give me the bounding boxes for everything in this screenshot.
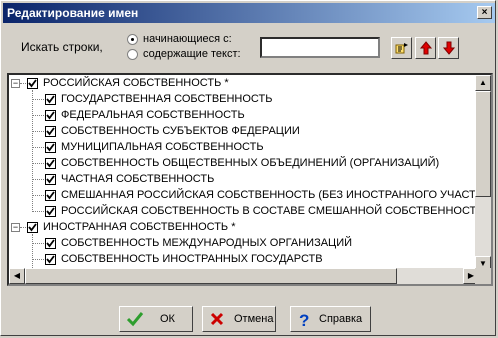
svg-text:?: ? xyxy=(299,311,309,329)
find-next-button[interactable] xyxy=(438,37,459,59)
tree-connector xyxy=(32,243,44,244)
ok-button[interactable]: ОК xyxy=(119,306,193,332)
tree-item-label: СОБСТВЕННОСТЬ СУБЪЕКТОВ ФЕДЕРАЦИИ xyxy=(61,125,300,137)
window-title: Редактирование имен xyxy=(7,6,139,20)
tree-group-checkbox[interactable] xyxy=(27,222,38,233)
tree-connector xyxy=(32,99,44,100)
find-previous-button[interactable] xyxy=(415,37,436,59)
tree-rows: − РОССИЙСКАЯ СОБСТВЕННОСТЬ * ГОСУДАРСТВЕНН… xyxy=(9,75,479,272)
tree-item-checkbox[interactable] xyxy=(45,238,56,249)
tree-group-label: ИНОСТРАННАЯ СОБСТВЕННОСТЬ * xyxy=(43,221,236,233)
radio-contains-label: содержащие текст: xyxy=(143,48,241,60)
tree-item-checkbox[interactable] xyxy=(45,142,56,153)
tree-item-label: СОБСТВЕННОСТЬ МЕЖДУНАРОДНЫХ ОРГАНИЗАЦИЙ xyxy=(61,237,353,249)
tree-connector xyxy=(32,211,44,212)
tree-connector xyxy=(20,83,26,84)
tree-item-row[interactable]: ФЕДЕРАЛЬНАЯ СОБСТВЕННОСТЬ xyxy=(9,108,479,124)
tree-item-label: ФЕДЕРАЛЬНАЯ СОБСТВЕННОСТЬ xyxy=(61,109,245,121)
tree-item-row[interactable]: СОБСТВЕННОСТЬ ОБЩЕСТВЕННЫХ ОБЪЕДИНЕНИЙ (… xyxy=(9,156,479,172)
tree-item-checkbox[interactable] xyxy=(45,254,56,265)
horizontal-scrollbar[interactable]: ◀ ▶ xyxy=(9,268,479,284)
tree-item-label: СМЕШАННАЯ РОССИЙСКАЯ СОБСТВЕННОСТЬ (БЕЗ … xyxy=(61,189,479,201)
question-mark-icon: ? xyxy=(299,311,309,329)
search-label: Искать строки, xyxy=(21,40,103,54)
tree-item-checkbox[interactable] xyxy=(45,174,56,185)
tree-connector xyxy=(32,259,44,260)
tree-group-row[interactable]: − РОССИЙСКАЯ СОБСТВЕННОСТЬ * xyxy=(9,76,479,92)
tree-group-row[interactable]: − ИНОСТРАННАЯ СОБСТВЕННОСТЬ * xyxy=(9,220,479,236)
tree-item-checkbox[interactable] xyxy=(45,158,56,169)
radio-starts-with[interactable] xyxy=(127,34,138,45)
tree-item-row[interactable]: РОССИЙСКАЯ СОБСТВЕННОСТЬ В СОСТАВЕ СМЕША… xyxy=(9,204,479,220)
tree-connector xyxy=(32,90,33,212)
tree-item-row[interactable]: ЧАСТНАЯ СОБСТВЕННОСТЬ xyxy=(9,172,479,188)
horizontal-scroll-thumb[interactable] xyxy=(25,268,397,284)
scroll-up-arrow-icon[interactable]: ▲ xyxy=(475,75,491,91)
scroll-corner xyxy=(475,268,491,284)
tree-group-checkbox[interactable] xyxy=(27,78,38,89)
find-button[interactable] xyxy=(391,37,412,59)
tree-item-row[interactable]: СМЕШАННАЯ РОССИЙСКАЯ СОБСТВЕННОСТЬ (БЕЗ … xyxy=(9,188,479,204)
tree-connector xyxy=(32,115,44,116)
tree-item-checkbox[interactable] xyxy=(45,206,56,217)
arrow-up-icon xyxy=(419,41,433,55)
collapse-toggle-icon[interactable]: − xyxy=(11,79,20,88)
tree-item-row[interactable]: ГОСУДАРСТВЕННАЯ СОБСТВЕННОСТЬ xyxy=(9,92,479,108)
tree-item-label: МУНИЦИПАЛЬНАЯ СОБСТВЕННОСТЬ xyxy=(61,141,264,153)
tree-item-checkbox[interactable] xyxy=(45,190,56,201)
tree-item-label: СОБСТВЕННОСТЬ ИНОСТРАННЫХ ГОСУДАРСТВ xyxy=(61,253,323,265)
tree-item-row[interactable]: СОБСТВЕННОСТЬ СУБЪЕКТОВ ФЕДЕРАЦИИ xyxy=(9,124,479,140)
dialog-window: Редактирование имен × Искать строки, нач… xyxy=(0,0,496,336)
checkmark-icon xyxy=(126,312,144,327)
tree-item-checkbox[interactable] xyxy=(45,110,56,121)
tree-item-checkbox[interactable] xyxy=(45,94,56,105)
cross-icon xyxy=(210,312,224,326)
cancel-button[interactable]: Отмена xyxy=(202,306,276,332)
vertical-scrollbar[interactable]: ▲ ▼ xyxy=(475,75,491,272)
tree-item-row[interactable]: СОБСТВЕННОСТЬ МЕЖДУНАРОДНЫХ ОРГАНИЗАЦИЙ xyxy=(9,236,479,252)
title-bar[interactable]: Редактирование имен × xyxy=(3,3,495,23)
tree-connector xyxy=(32,131,44,132)
tree-item-label: РОССИЙСКАЯ СОБСТВЕННОСТЬ В СОСТАВЕ СМЕША… xyxy=(61,205,479,217)
tree-item-label: СОБСТВЕННОСТЬ ОБЩЕСТВЕННЫХ ОБЪЕДИНЕНИЙ (… xyxy=(61,157,440,169)
close-button[interactable]: × xyxy=(477,6,492,19)
tree-item-checkbox[interactable] xyxy=(45,126,56,137)
tree-connector xyxy=(32,179,44,180)
vertical-scroll-thumb[interactable] xyxy=(475,91,491,197)
find-icon xyxy=(395,43,408,54)
tree-connector xyxy=(32,163,44,164)
search-input[interactable] xyxy=(260,37,380,58)
scroll-left-arrow-icon[interactable]: ◀ xyxy=(9,268,25,284)
tree-connector xyxy=(32,234,33,272)
ownership-tree[interactable]: − РОССИЙСКАЯ СОБСТВЕННОСТЬ * ГОСУДАРСТВЕНН… xyxy=(7,73,493,286)
tree-item-label: ГОСУДАРСТВЕННАЯ СОБСТВЕННОСТЬ xyxy=(61,93,273,105)
help-button[interactable]: ? Справка xyxy=(290,306,371,332)
tree-item-row[interactable]: МУНИЦИПАЛЬНАЯ СОБСТВЕННОСТЬ xyxy=(9,140,479,156)
collapse-toggle-icon[interactable]: − xyxy=(11,223,20,232)
radio-starts-with-label: начинающиеся с: xyxy=(143,33,232,45)
tree-connector xyxy=(32,195,44,196)
arrow-down-icon xyxy=(442,41,456,55)
tree-item-label: ЧАСТНАЯ СОБСТВЕННОСТЬ xyxy=(61,173,215,185)
radio-contains[interactable] xyxy=(127,49,138,60)
tree-connector xyxy=(32,147,44,148)
tree-connector xyxy=(20,227,26,228)
tree-item-row[interactable]: СОБСТВЕННОСТЬ ИНОСТРАННЫХ ГОСУДАРСТВ xyxy=(9,252,479,268)
tree-group-label: РОССИЙСКАЯ СОБСТВЕННОСТЬ * xyxy=(43,77,229,89)
